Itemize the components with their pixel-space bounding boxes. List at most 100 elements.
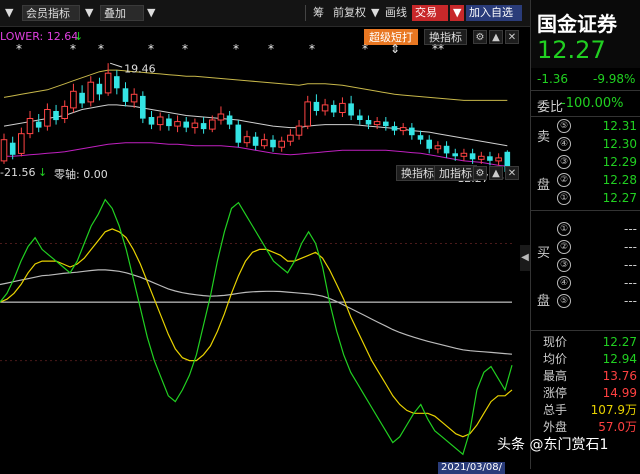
buy-level-3: ③ --- <box>531 256 640 274</box>
candle-body <box>313 101 320 111</box>
signal-star-mark: * <box>148 44 154 56</box>
zero-axis-label: 零轴: 0.00 <box>54 168 108 181</box>
commission-ratio-value: -100.00% <box>561 96 624 111</box>
candle-body <box>383 121 389 127</box>
candle-body <box>391 126 398 131</box>
overlay-button[interactable]: 叠加 <box>100 5 144 21</box>
candle-body <box>434 145 442 150</box>
candle-body <box>321 104 329 112</box>
sub-close-icon[interactable]: ✕ <box>505 166 519 180</box>
candle-body <box>217 113 225 121</box>
stock-name: 国金证券 <box>537 12 617 36</box>
sub-chevron-up-icon[interactable]: ▲ <box>489 166 503 180</box>
candle-body <box>183 121 189 128</box>
buy-level-4: ④ --- <box>531 274 640 292</box>
member-indicator-button[interactable]: 会员指标 <box>22 5 80 21</box>
candle-body <box>61 105 69 120</box>
signal-star-mark: * <box>309 44 315 56</box>
candle-body <box>18 133 25 154</box>
sub-gear-icon[interactable]: ⚙ <box>473 166 487 180</box>
collapse-panel-icon[interactable]: ◀ <box>520 245 530 271</box>
candle-body <box>226 115 233 125</box>
draw-line-button[interactable]: 画线 <box>382 5 410 21</box>
candle-body <box>270 139 276 148</box>
candle-body <box>487 156 493 161</box>
candle-body <box>96 83 103 95</box>
candle-body <box>174 121 181 127</box>
oscillator-signal-line <box>0 228 513 438</box>
candle-body <box>0 139 8 162</box>
gear-icon[interactable]: ⚙ <box>473 30 487 44</box>
candle-body <box>191 122 199 129</box>
forward-adjust-dropdown-icon[interactable]: ▼ <box>368 5 382 21</box>
divider <box>531 330 640 331</box>
oscillator-arrow-icon: ↓ <box>38 166 48 179</box>
signal-star-mark: ⇕ <box>390 44 400 56</box>
trade-dropdown-icon[interactable]: ▼ <box>450 5 464 21</box>
candle-body <box>460 152 468 157</box>
chip-distribution-button[interactable]: 筹 <box>310 5 327 21</box>
candle-body <box>373 121 381 126</box>
candle-body <box>87 81 95 103</box>
candle-body <box>365 120 372 125</box>
date-label: 2021/03/08/ <box>438 462 506 474</box>
main-candlestick-chart: 19.4612.27*********⇕** <box>0 44 511 184</box>
sell-level-2: ② 12.28 <box>531 171 640 189</box>
candle-body <box>409 127 415 136</box>
trade-button[interactable]: 交易 <box>412 5 448 21</box>
candle-body <box>399 127 407 132</box>
add-to-watchlist-button[interactable]: 加入自选 <box>466 5 522 21</box>
signal-star-mark: * <box>98 44 104 56</box>
current-price: 12.27 <box>537 36 606 64</box>
add-indicator-button[interactable]: 加指标 <box>434 165 477 181</box>
close-icon[interactable]: ✕ <box>505 30 519 44</box>
stat-row: 均价 12.94 <box>543 352 637 366</box>
price-change-pct: -9.98% <box>593 72 636 86</box>
toolbar-divider <box>305 5 306 21</box>
signal-star-mark: * <box>268 44 274 56</box>
candle-body <box>348 103 354 116</box>
stat-row: 总手 107.9万 <box>543 403 637 417</box>
candle-body <box>209 119 216 130</box>
candle-body <box>304 101 311 127</box>
forward-adjust-button[interactable]: 前复权 <box>330 5 369 21</box>
sub-chart-header: -21.56 ↓ 零轴: 0.00 换指标 加指标 ⚙ ▲ ✕ <box>0 164 530 181</box>
candle-body <box>114 76 120 89</box>
dropdown-arrow-icon[interactable]: ▼ <box>2 5 16 21</box>
sell-level-4: ④ 12.30 <box>531 135 640 153</box>
stat-row: 涨停 14.99 <box>543 386 637 400</box>
candle-body <box>130 93 138 103</box>
candle-body <box>295 125 303 136</box>
candle-body <box>426 139 432 149</box>
sell-level-1: ① 12.27 <box>531 189 640 207</box>
candle-body <box>478 155 485 160</box>
signal-star-mark: * <box>182 44 188 56</box>
switch-indicator-button[interactable]: 换指标 <box>424 29 467 45</box>
candle-body <box>287 134 294 142</box>
high-annotation-line <box>109 62 123 68</box>
price-change: -1.36 <box>537 72 569 86</box>
candle-body <box>330 104 337 113</box>
candle-body <box>122 88 129 102</box>
member-indicator-dropdown-icon[interactable]: ▼ <box>82 5 96 21</box>
overlay-dropdown-icon[interactable]: ▼ <box>144 5 158 21</box>
down-arrow-icon: ↓ <box>74 30 84 43</box>
candle-body <box>339 102 346 114</box>
candle-body <box>26 118 34 135</box>
candle-body <box>417 135 424 140</box>
stat-row: 现价 12.27 <box>543 335 637 349</box>
super-short-button[interactable]: 超级短打 <box>364 29 418 45</box>
candle-body <box>44 109 51 127</box>
divider <box>531 90 640 91</box>
candle-body <box>469 153 476 160</box>
buy-level-2: ② --- <box>531 238 640 256</box>
oscillator-chart <box>0 198 513 456</box>
sub-switch-indicator-button[interactable]: 换指标 <box>396 165 439 181</box>
candle-body <box>443 145 450 154</box>
candle-body <box>357 115 363 120</box>
lower-band-label: LOWER: 12.64 <box>0 30 79 43</box>
candle-body <box>166 118 172 127</box>
candle-body <box>452 153 458 157</box>
chevron-up-icon[interactable]: ▲ <box>489 30 503 44</box>
candle-body <box>53 111 59 121</box>
